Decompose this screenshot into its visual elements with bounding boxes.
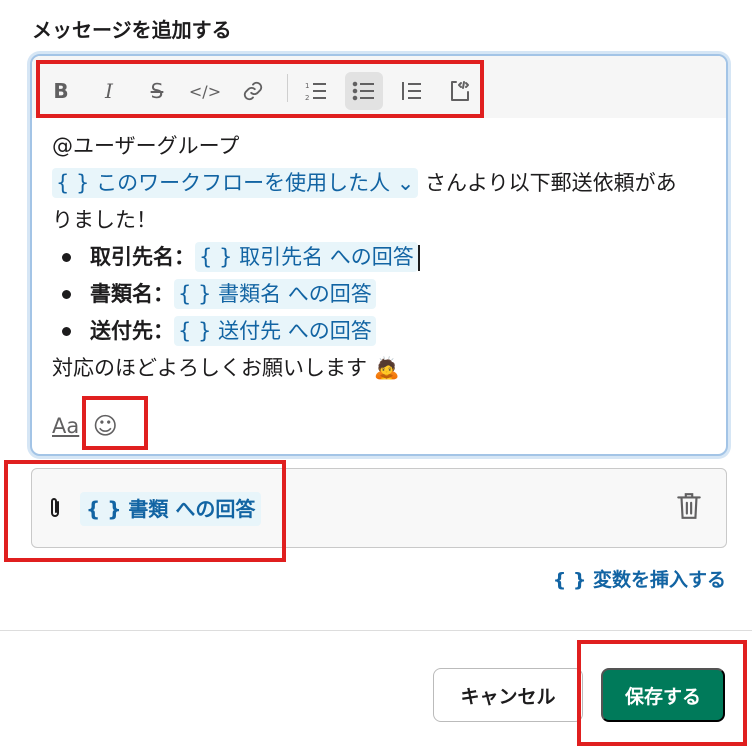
code-button[interactable]: </> [186, 72, 224, 110]
bullet-dot [62, 290, 71, 299]
blockquote-icon [402, 82, 421, 100]
trash-icon[interactable] [676, 491, 702, 525]
section-title: メッセージを追加する [32, 18, 232, 42]
bold-button[interactable]: B [42, 72, 80, 110]
footer-divider [0, 630, 752, 631]
closing-line: 対応のほどよろしくお願いします 🙇 [52, 356, 400, 380]
attachment-field[interactable]: { } 書類 への回答 [31, 468, 727, 548]
link-button[interactable] [234, 72, 272, 110]
code-block-button[interactable] [441, 72, 479, 110]
save-button[interactable]: 保存する [601, 668, 725, 722]
link-icon [243, 81, 263, 101]
bullet-item: 送付先：{ } 送付先 への回答 [52, 313, 712, 350]
strikethrough-button[interactable]: S [138, 72, 176, 110]
variable-chip[interactable]: { } 取引先名 への回答 [195, 242, 418, 272]
toolbar-separator [287, 74, 288, 102]
message-line-3: りました！ [52, 208, 157, 232]
paperclip-icon [46, 496, 64, 526]
bullet-list-icon [352, 81, 374, 101]
bullet-label: 取引先名： [90, 245, 195, 269]
svg-text:1: 1 [305, 82, 309, 90]
attachment-variable-chip[interactable]: { } 書類 への回答 [80, 492, 262, 526]
svg-text:2: 2 [305, 94, 309, 102]
ordered-list-button[interactable]: 1 2 [297, 72, 335, 110]
formatting-toolbar: B I S </> 1 2 [32, 56, 726, 118]
ordered-list-icon: 1 2 [305, 82, 326, 102]
emoji-button[interactable]: ☺ [89, 410, 121, 442]
workflow-user-variable-chip[interactable]: { } このワークフローを使用した人 ⌄ [52, 168, 419, 198]
bullet-dot [62, 327, 71, 336]
text-caret [417, 245, 420, 271]
variable-chip[interactable]: { } 送付先 への回答 [174, 316, 376, 346]
message-body[interactable]: @ユーザーグループ { } このワークフローを使用した人 ⌄ さんより以下郵送依… [52, 128, 712, 387]
cancel-button[interactable]: キャンセル [433, 668, 583, 722]
code-block-icon [451, 81, 469, 101]
text-format-button[interactable]: Aa [52, 414, 79, 438]
bullet-item: 書類名：{ } 書類名 への回答 [52, 276, 712, 313]
blockquote-button[interactable] [393, 72, 431, 110]
insert-variable-link[interactable]: { } 変数を挿入する [553, 565, 726, 592]
message-editor[interactable]: B I S </> 1 2 @ユーザーグループ {} このワークフローを使用し… [30, 54, 728, 456]
message-line-2: { } このワークフローを使用した人 ⌄ さんより以下郵送依頼があ [52, 165, 712, 202]
italic-button[interactable]: I [90, 72, 128, 110]
message-text: さんより以下郵送依頼があ [418, 171, 677, 195]
bullet-list-button[interactable] [345, 72, 383, 110]
bullet-label: 送付先： [90, 319, 174, 343]
bullet-label: 書類名： [90, 282, 174, 306]
mention-line: @ユーザーグループ [52, 134, 240, 158]
bullet-dot [62, 253, 71, 262]
variable-chip[interactable]: { } 書類名 への回答 [174, 279, 376, 309]
smiley-icon: ☺ [92, 412, 118, 440]
bullet-item: 取引先名：{ } 取引先名 への回答 [52, 239, 712, 276]
editor-bottom-tools: Aa ☺ [52, 408, 121, 444]
